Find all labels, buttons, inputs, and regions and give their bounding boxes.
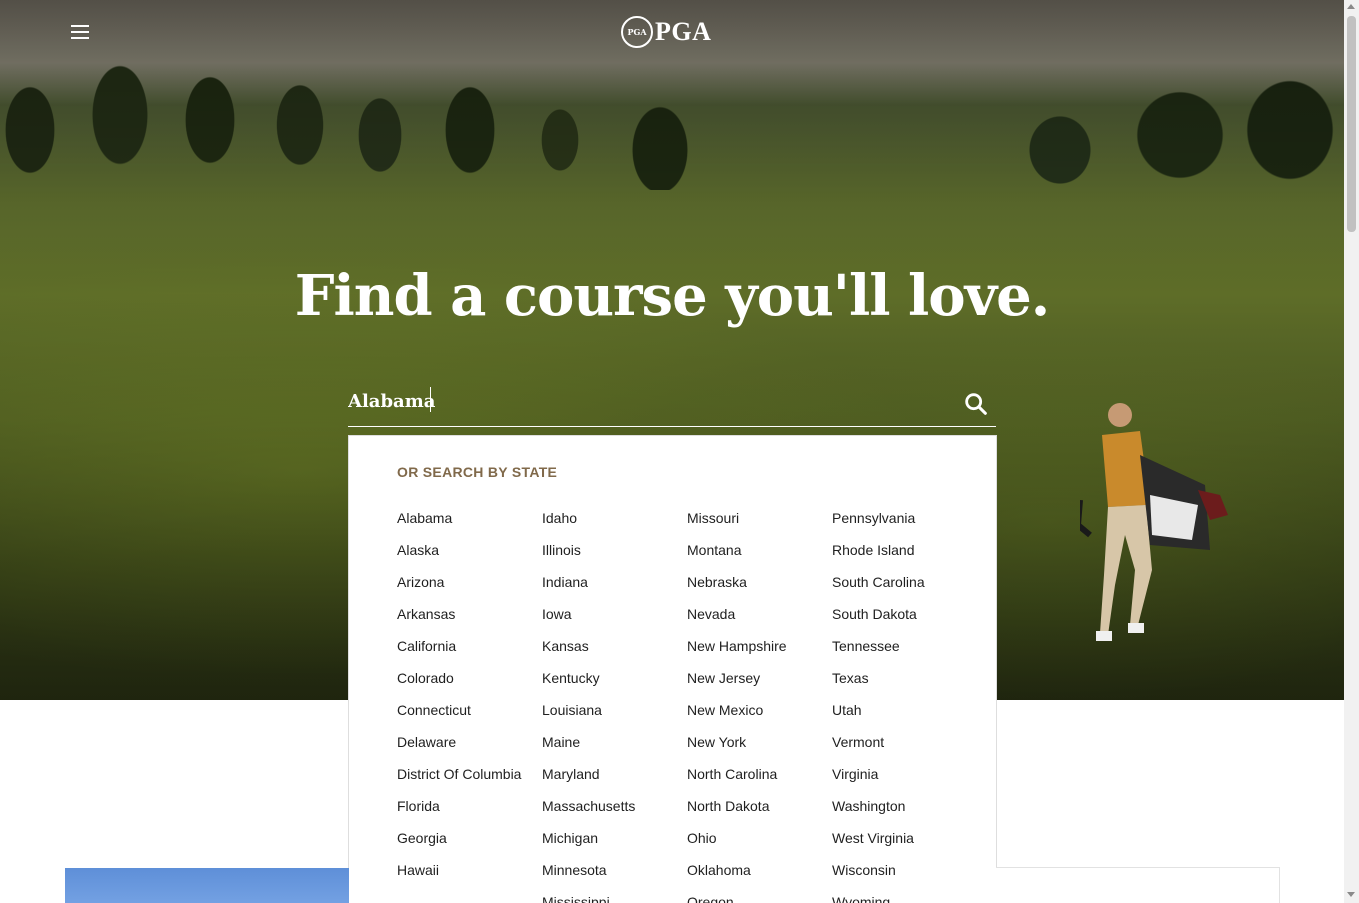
state-link[interactable]: Kentucky xyxy=(542,666,687,690)
state-link[interactable]: Washington xyxy=(832,794,977,818)
state-column: Missouri Montana Nebraska Nevada New Hampshi… xyxy=(687,506,832,903)
state-link[interactable]: Indiana xyxy=(542,570,687,594)
scrollbar-thumb[interactable] xyxy=(1347,16,1356,232)
state-link[interactable]: Wyoming xyxy=(832,890,977,903)
state-link[interactable]: Florida xyxy=(397,794,542,818)
state-link[interactable]: New Hampshire xyxy=(687,634,832,658)
state-link[interactable]: Pennsylvania xyxy=(832,506,977,530)
state-link[interactable]: Texas xyxy=(832,666,977,690)
state-link[interactable]: Georgia xyxy=(397,826,542,850)
state-link[interactable]: Louisiana xyxy=(542,698,687,722)
state-link[interactable]: Illinois xyxy=(542,538,687,562)
state-link[interactable]: New Mexico xyxy=(687,698,832,722)
state-link[interactable]: Wisconsin xyxy=(832,858,977,882)
state-link[interactable]: Arkansas xyxy=(397,602,542,626)
state-link[interactable]: Minnesota xyxy=(542,858,687,882)
pga-seal-icon: PGA xyxy=(621,16,653,48)
state-link[interactable]: California xyxy=(397,634,542,658)
logo-text: PGA xyxy=(655,17,712,46)
state-link[interactable]: South Dakota xyxy=(832,602,977,626)
state-link[interactable]: Massachusetts xyxy=(542,794,687,818)
menu-button[interactable] xyxy=(64,16,96,48)
state-link[interactable]: Mississippi xyxy=(542,890,687,903)
scroll-down-arrow-icon[interactable] xyxy=(1347,892,1355,897)
state-link[interactable]: Nevada xyxy=(687,602,832,626)
state-link[interactable]: Ohio xyxy=(687,826,832,850)
state-link[interactable]: Michigan xyxy=(542,826,687,850)
course-card xyxy=(996,867,1280,903)
state-link[interactable]: North Carolina xyxy=(687,762,832,786)
state-link[interactable]: New Jersey xyxy=(687,666,832,690)
state-dropdown: OR SEARCH BY STATE Alabama Alaska Arizona A… xyxy=(348,435,997,903)
text-caret xyxy=(430,387,431,412)
state-link[interactable]: Alabama xyxy=(397,506,542,530)
state-link[interactable]: West Virginia xyxy=(832,826,977,850)
scroll-up-arrow-icon[interactable] xyxy=(1347,4,1355,9)
state-link[interactable]: Rhode Island xyxy=(832,538,977,562)
state-link[interactable]: Idaho xyxy=(542,506,687,530)
state-link[interactable]: District Of Columbia xyxy=(397,762,542,786)
state-link[interactable]: Iowa xyxy=(542,602,687,626)
state-link[interactable]: North Dakota xyxy=(687,794,832,818)
state-link[interactable]: Vermont xyxy=(832,730,977,754)
search-icon[interactable] xyxy=(962,390,990,418)
golfer-image xyxy=(1080,403,1228,641)
state-column: Idaho Illinois Indiana Iowa Kansas Kentucky Lo… xyxy=(542,506,687,903)
state-link[interactable]: Missouri xyxy=(687,506,832,530)
state-link[interactable]: New York xyxy=(687,730,832,754)
state-column: Alabama Alaska Arizona Arkansas California Co… xyxy=(397,506,542,903)
state-link[interactable]: South Carolina xyxy=(832,570,977,594)
hamburger-menu-icon-line xyxy=(71,37,89,39)
state-link[interactable]: Colorado xyxy=(397,666,542,690)
logo-seal-text: PGA xyxy=(627,27,647,37)
state-link[interactable]: Montana xyxy=(687,538,832,562)
state-link[interactable]: Arizona xyxy=(397,570,542,594)
state-column: Pennsylvania Rhode Island South Carolina So… xyxy=(832,506,977,903)
state-link[interactable]: Utah xyxy=(832,698,977,722)
search-input[interactable] xyxy=(348,386,948,416)
state-link[interactable]: Tennessee xyxy=(832,634,977,658)
state-link[interactable]: Maryland xyxy=(542,762,687,786)
dropdown-heading: OR SEARCH BY STATE xyxy=(397,464,558,480)
state-link[interactable]: Nebraska xyxy=(687,570,832,594)
state-link[interactable]: Alaska xyxy=(397,538,542,562)
state-link[interactable]: Oklahoma xyxy=(687,858,832,882)
course-card-image xyxy=(65,868,349,903)
search-field[interactable] xyxy=(348,378,996,427)
state-link[interactable]: Connecticut xyxy=(397,698,542,722)
state-link[interactable]: Hawaii xyxy=(397,858,542,882)
hamburger-menu-icon xyxy=(71,25,89,27)
pga-logo[interactable]: PGA PGA xyxy=(621,16,711,48)
state-grid: Alabama Alaska Arizona Arkansas California Co… xyxy=(397,506,948,903)
state-link[interactable]: Delaware xyxy=(397,730,542,754)
state-link[interactable]: Virginia xyxy=(832,762,977,786)
state-link[interactable]: Maine xyxy=(542,730,687,754)
page-title: Find a course you'll love. xyxy=(294,263,1051,329)
state-link[interactable]: Oregon xyxy=(687,890,832,903)
hamburger-menu-icon-line xyxy=(71,31,89,33)
state-link[interactable]: Kansas xyxy=(542,634,687,658)
